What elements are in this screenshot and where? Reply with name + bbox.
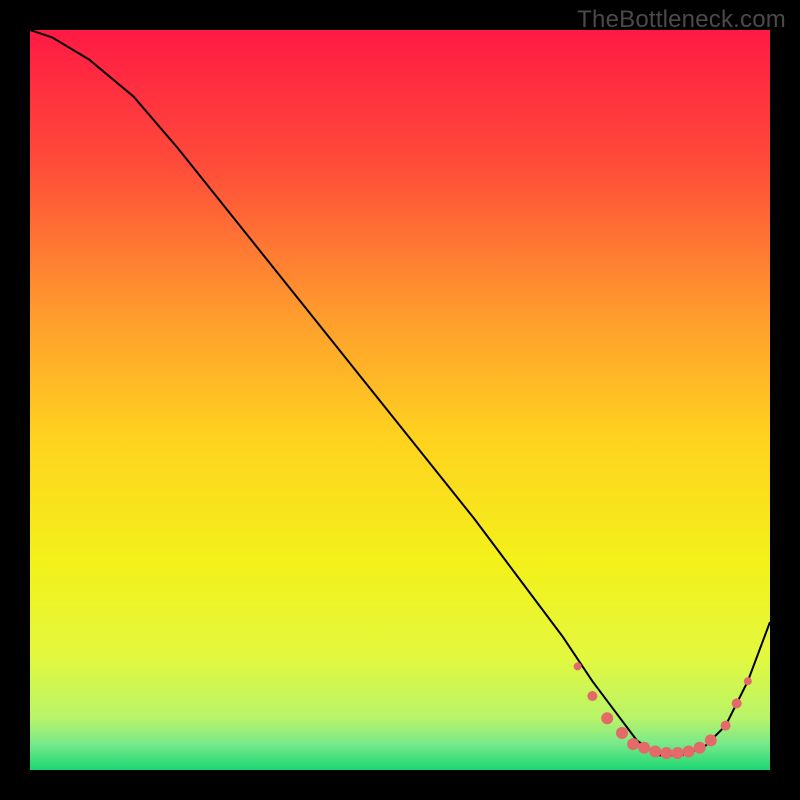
highlight-dot — [574, 662, 582, 670]
highlight-dot — [744, 677, 752, 685]
highlight-dot — [587, 691, 597, 701]
highlight-dot — [672, 747, 684, 759]
highlight-dot — [649, 746, 661, 758]
highlight-dot — [638, 742, 650, 754]
highlight-dot — [721, 721, 731, 731]
highlight-dot — [732, 698, 742, 708]
highlight-dot — [705, 734, 717, 746]
highlight-dot — [660, 747, 672, 759]
highlight-dot — [694, 742, 706, 754]
highlight-dot — [627, 738, 639, 750]
highlight-dot — [616, 727, 628, 739]
gradient-background — [30, 30, 770, 770]
chart-svg — [30, 30, 770, 770]
chart-frame: TheBottleneck.com — [0, 0, 800, 800]
plot-area — [30, 30, 770, 770]
highlight-dot — [601, 712, 613, 724]
highlight-dot — [683, 746, 695, 758]
